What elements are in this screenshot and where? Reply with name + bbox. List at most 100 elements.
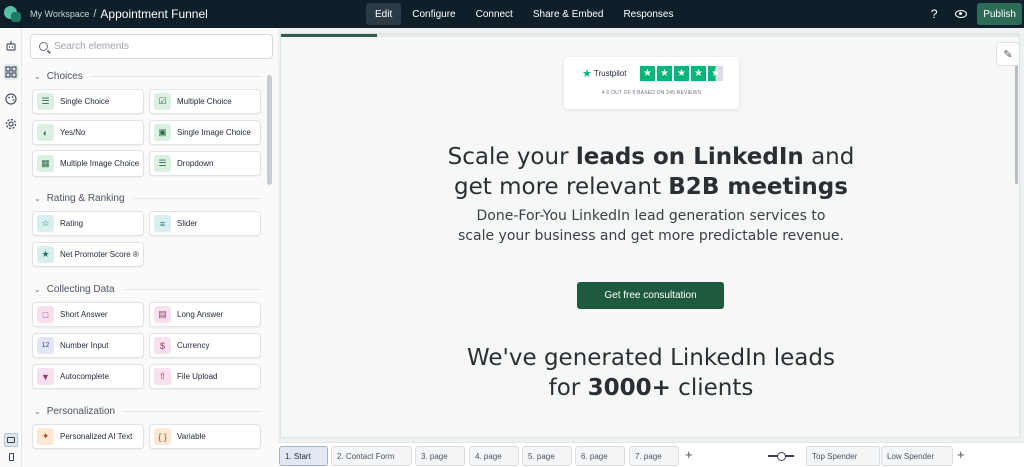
chevron-down-icon: ⌄ <box>34 285 41 294</box>
top-bar: My Workspace / Appointment Funnel Edit C… <box>0 0 1024 28</box>
page-tab-3[interactable]: 3. page <box>415 446 465 466</box>
slider-icon: ≡ <box>154 215 171 232</box>
section-title: Collecting Data <box>46 284 115 295</box>
progress-bar <box>281 34 1019 37</box>
element-currency[interactable]: $ Currency <box>149 333 261 358</box>
page-tab-6[interactable]: 6. page <box>575 446 625 466</box>
rating-star-icon: ★ <box>674 66 689 81</box>
element-net-promoter-score[interactable]: ★ Net Promoter Score ® <box>32 242 144 267</box>
help-icon[interactable]: ? <box>927 7 941 21</box>
element-dropdown[interactable]: ☰ Dropdown <box>149 151 261 176</box>
ending-tab-low-spender[interactable]: Low Spender <box>881 446 953 466</box>
form-title[interactable]: Appointment Funnel <box>100 7 207 21</box>
breadcrumb-workspace[interactable]: My Workspace <box>30 9 89 19</box>
page-tab-7[interactable]: 7. page <box>629 446 679 466</box>
progress-fill <box>281 34 378 37</box>
form-canvas: ★ Trustpilot ★ ★ ★ ★ ★ 4.6 OUT OF 5 BASE… <box>278 28 1024 442</box>
panel-scrollbar[interactable] <box>267 75 272 185</box>
elements-icon[interactable] <box>3 64 19 80</box>
search-box[interactable] <box>30 34 273 59</box>
canvas-scrollbar[interactable] <box>1015 54 1018 184</box>
tab-share-embed[interactable]: Share & Embed <box>524 3 613 25</box>
page-tab-5[interactable]: 5. page <box>522 446 572 466</box>
element-file-upload[interactable]: ⇧ File Upload <box>149 364 261 389</box>
palette-icon[interactable] <box>5 93 17 105</box>
get-free-consultation-button[interactable]: Get free consultation <box>577 282 724 309</box>
section-title: Choices <box>46 71 83 82</box>
element-variable[interactable]: { } Variable <box>149 424 261 449</box>
page-tab-contact-form[interactable]: 2. Contact Form <box>331 446 412 466</box>
number-icon: 12 <box>37 337 54 354</box>
tab-configure[interactable]: Configure <box>403 3 464 25</box>
element-single-image-choice[interactable]: ▣ Single Image Choice <box>149 120 261 145</box>
element-short-answer[interactable]: □ Short Answer <box>32 302 144 327</box>
tab-edit[interactable]: Edit <box>366 3 402 25</box>
section-rating-ranking[interactable]: ⌄ Rating & Ranking <box>34 193 262 204</box>
rating-star-icon: ★ <box>691 66 706 81</box>
section-title: Personalization <box>46 406 116 417</box>
chevron-down-icon: ⌄ <box>34 407 41 416</box>
element-multiple-image-choice[interactable]: ▦ Multiple Image Choice <box>32 150 144 177</box>
hero-headline[interactable]: Scale your leads on LinkedIn and get mor… <box>401 142 901 202</box>
section-personalization[interactable]: ⌄ Personalization <box>34 406 262 417</box>
chevron-down-icon: ⌄ <box>34 72 41 81</box>
stats-headline[interactable]: We've generated LinkedIn leads for 3000+… <box>401 343 901 403</box>
section-collecting-data[interactable]: ⌄ Collecting Data <box>34 284 262 295</box>
search-icon <box>39 42 48 51</box>
nps-icon: ★ <box>37 246 54 263</box>
dropdown-icon: ☰ <box>154 155 171 172</box>
element-autocomplete[interactable]: ▼ Autocomplete <box>32 364 144 389</box>
preview-eye-icon[interactable] <box>955 10 968 18</box>
trustpilot-rating: ★ ★ ★ ★ ★ <box>640 66 725 81</box>
element-number-input[interactable]: 12 Number Input <box>32 333 144 358</box>
yes-no-icon: ◐ <box>37 124 54 141</box>
robot-icon[interactable] <box>5 40 17 52</box>
currency-icon: $ <box>154 337 171 354</box>
element-long-answer[interactable]: ▤ Long Answer <box>149 302 261 327</box>
add-page-icon[interactable]: + <box>685 448 693 462</box>
multi-image-choice-icon: ▦ <box>37 155 54 172</box>
ai-text-icon: ✦ <box>37 428 54 445</box>
section-choices[interactable]: ⌄ Choices <box>34 71 262 82</box>
element-yes-no[interactable]: ◐ Yes/No <box>32 120 144 145</box>
page-tabs-bar: 1. Start 2. Contact Form 3. page 4. page… <box>278 442 1024 467</box>
settings-icon[interactable] <box>5 118 17 130</box>
element-slider[interactable]: ≡ Slider <box>149 211 261 236</box>
elements-panel: ⌄ Choices ☰ Single Choice ☑ Multiple Cho… <box>22 28 278 467</box>
section-title: Rating & Ranking <box>46 193 125 204</box>
hero-subheadline[interactable]: Done-For-You LinkedIn lead generation se… <box>401 206 901 246</box>
variable-icon: { } <box>154 428 171 445</box>
short-answer-icon: □ <box>37 306 54 323</box>
file-upload-icon: ⇧ <box>154 368 171 385</box>
page-preview[interactable]: ★ Trustpilot ★ ★ ★ ★ ★ 4.6 OUT OF 5 BASE… <box>280 33 1020 438</box>
breadcrumb: My Workspace / Appointment Funnel <box>30 7 208 21</box>
branching-logic-icon[interactable] <box>768 446 794 466</box>
left-rail <box>0 28 22 467</box>
add-ending-icon[interactable]: + <box>957 448 965 462</box>
trustpilot-widget[interactable]: ★ Trustpilot ★ ★ ★ ★ ★ 4.6 OUT OF 5 BASE… <box>564 57 739 109</box>
ending-tab-top-spender[interactable]: Top Spender <box>806 446 880 466</box>
single-choice-icon: ☰ <box>37 93 54 110</box>
rating-star-icon: ★ <box>657 66 672 81</box>
chevron-down-icon: ⌄ <box>34 194 41 203</box>
app-logo-icon[interactable] <box>4 5 22 23</box>
autocomplete-icon: ▼ <box>37 368 54 385</box>
publish-button[interactable]: Publish <box>977 3 1022 25</box>
mobile-icon[interactable] <box>4 450 18 464</box>
desktop-icon[interactable] <box>4 433 18 447</box>
tab-responses[interactable]: Responses <box>614 3 682 25</box>
top-right-actions: ? Publish <box>927 0 1024 28</box>
tab-connect[interactable]: Connect <box>467 3 522 25</box>
page-tab-start[interactable]: 1. Start <box>279 446 328 466</box>
paintbrush-icon[interactable]: ✎ <box>996 42 1020 66</box>
trustpilot-star-icon: ★ <box>582 68 592 80</box>
element-personalized-ai-text[interactable]: ✦ Personalized AI Text <box>32 424 144 449</box>
element-rating[interactable]: ☆ Rating <box>32 211 144 236</box>
page-tab-4[interactable]: 4. page <box>469 446 519 466</box>
search-input[interactable] <box>54 41 254 52</box>
trustpilot-subtitle: 4.6 OUT OF 5 BASED ON 245 REVIEWS <box>601 90 702 96</box>
long-answer-icon: ▤ <box>154 306 171 323</box>
element-multiple-choice[interactable]: ☑ Multiple Choice <box>149 89 261 114</box>
element-single-choice[interactable]: ☰ Single Choice <box>32 89 144 114</box>
image-choice-icon: ▣ <box>154 124 171 141</box>
